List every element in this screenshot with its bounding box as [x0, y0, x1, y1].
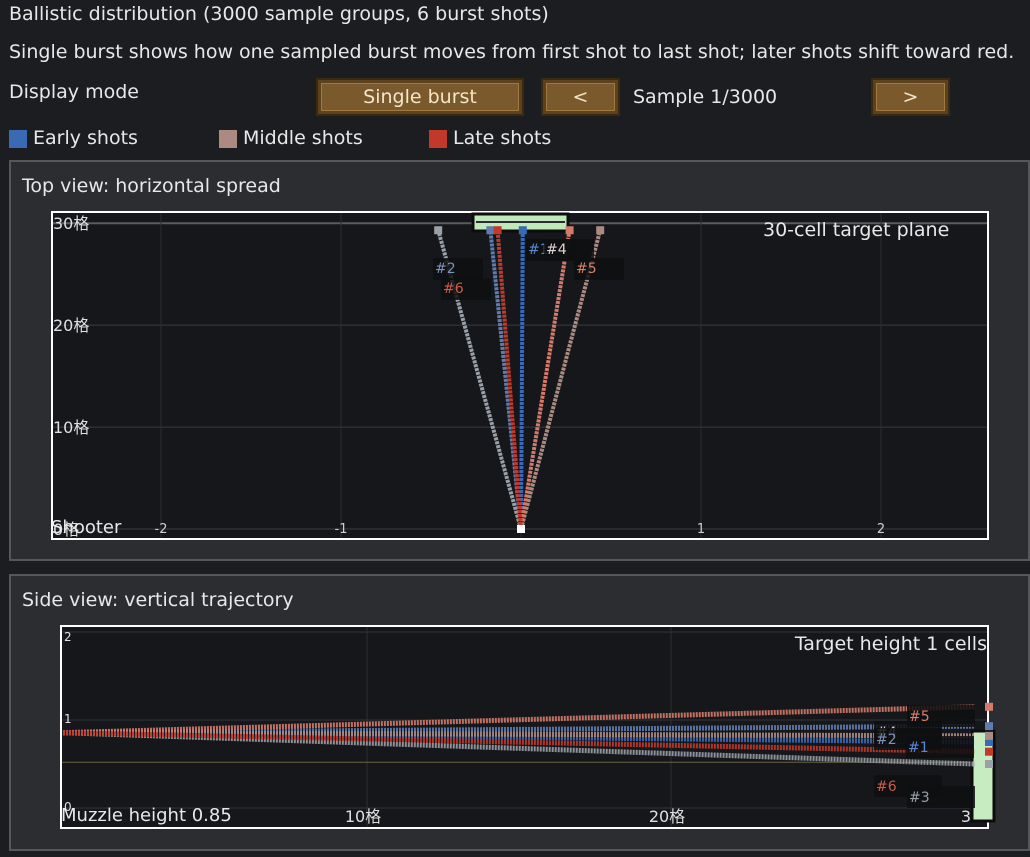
plot-area [60, 625, 989, 829]
side-view-chart: 01210格20格30#5#4#2#1#6#3Muzzle height 0.8… [60, 625, 996, 829]
shot-label: #6 [876, 779, 897, 795]
x-tick-label: 10格 [345, 807, 381, 826]
x-tick-label: 20格 [649, 807, 685, 826]
shot-label: #3 [909, 790, 930, 806]
impact-marker [985, 760, 993, 768]
impact-marker [985, 747, 993, 756]
shot-label: #2 [876, 732, 897, 748]
target-height-annotation: Target height 1 cells [794, 633, 987, 655]
impact-marker [985, 702, 993, 711]
impact-marker [985, 731, 993, 740]
y-tick-label: 1 [64, 712, 72, 726]
impact-marker [985, 722, 993, 731]
shot-label: #1 [908, 740, 929, 756]
y-tick-label: 2 [64, 630, 72, 644]
muzzle-height-label: Muzzle height 0.85 [61, 805, 232, 826]
